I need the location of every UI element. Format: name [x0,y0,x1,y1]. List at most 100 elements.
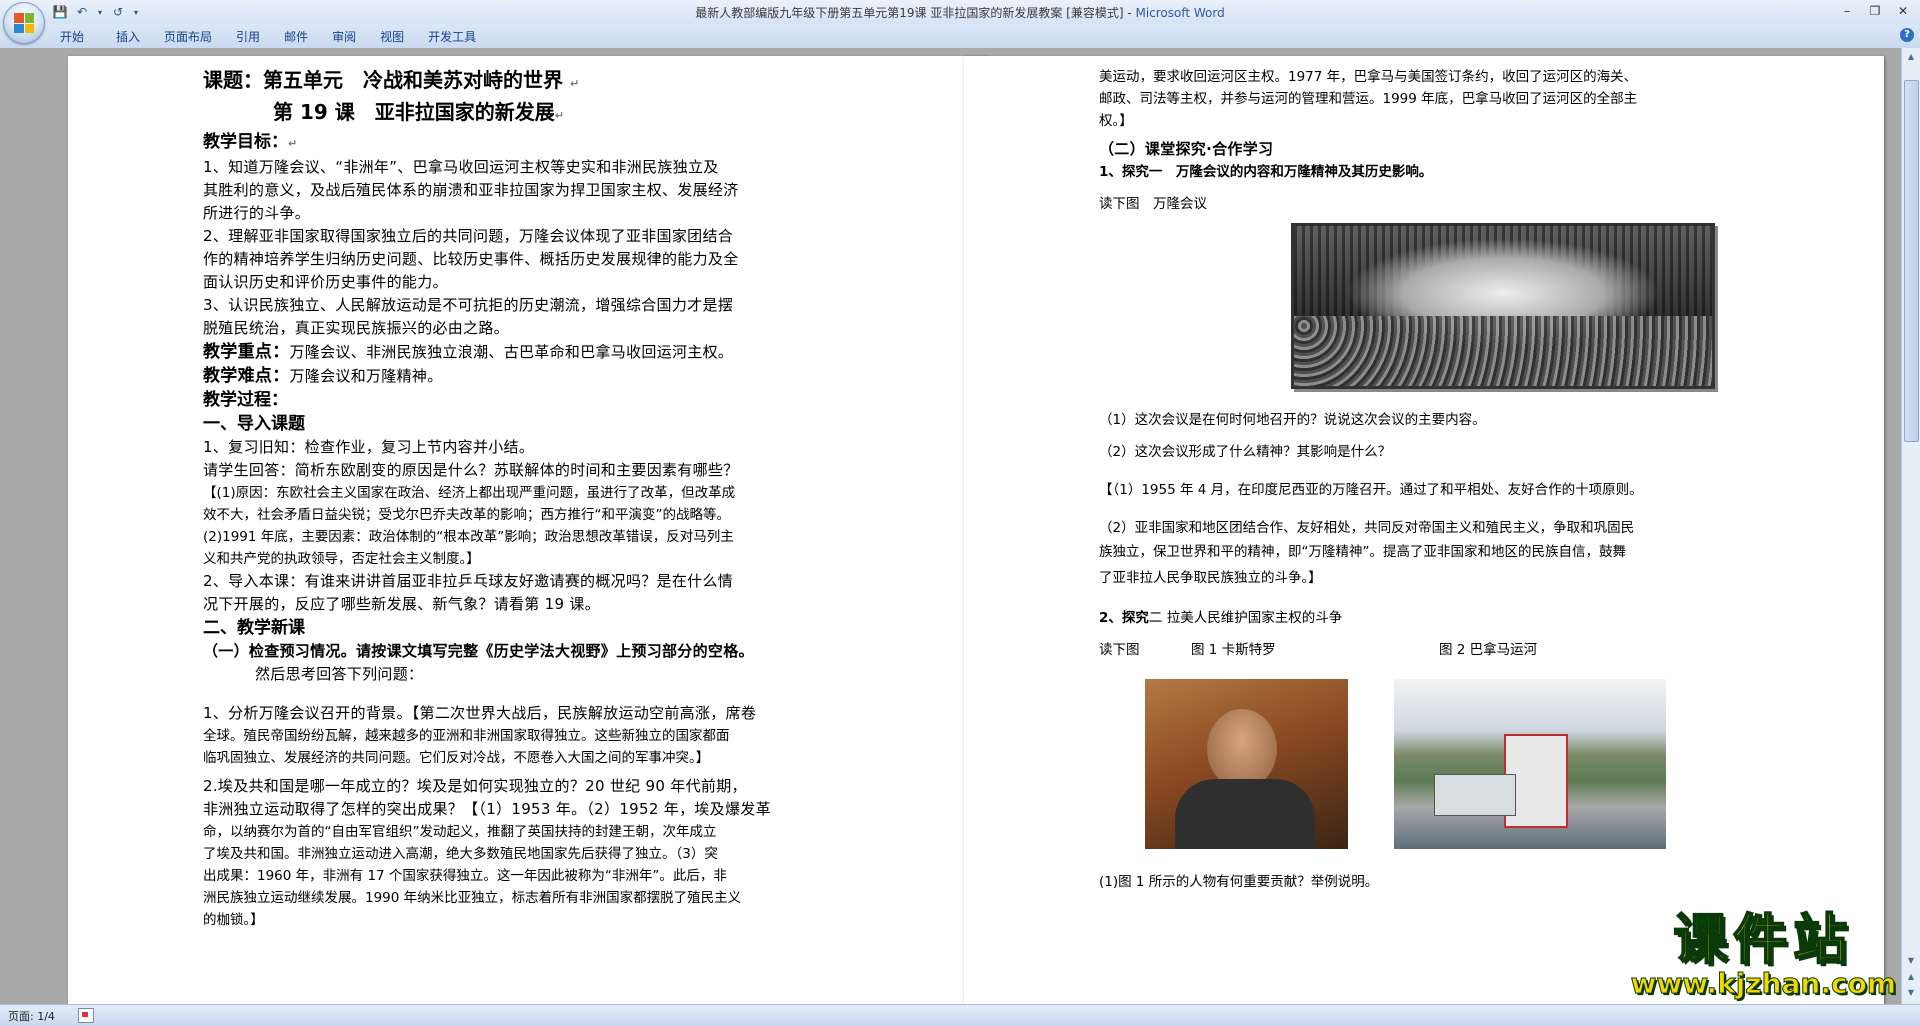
difficult-points-heading: 教学难点： [203,366,290,386]
preview-line: 然后思考回答下列问题： [255,665,424,683]
explore-heading: （二）课堂探究·合作学习 [1099,140,1274,158]
proofing-icon[interactable] [78,1008,94,1023]
review-line: 1、复习旧知：检查作业，复习上节内容并小结。 [203,438,535,456]
vertical-scrollbar[interactable]: ▲ ▼ ▲ ▼ [1901,48,1920,1004]
question-1-line: 临巩固独立、发展经济的共同问题。它们反对冷战，不愿卷入大国之间的军事冲突。】 [203,750,710,766]
castro-photo [1145,679,1348,849]
goal-1-line: 所进行的斗争。 [203,204,311,222]
explore-2-text: 二 拉美人民维护国家主权的斗争 [1148,610,1343,626]
title-bar: 💾 ↶ ▾ ↺ ▾ 最新人教部编版九年级下册第五单元第19课 亚非拉国家的新发展… [0,0,1920,44]
castro-caption: 图 1 卡斯特罗 [1191,642,1276,658]
page-1: 课题：第五单元 冷战和美苏对峙的世界 ↵ 第 19 课 亚非拉国家的新发展↵ 教… [68,56,988,1004]
goals-heading: 教学目标：↵ [203,132,298,152]
question-b: （2）这次会议形成了什么精神？其影响是什么？ [1099,444,1392,460]
tab-insert[interactable]: 插入 [104,28,152,46]
figure-prompt-bandung: 读下图 万隆会议 [1099,196,1207,212]
process-heading: 教学过程： [203,390,288,410]
ribbon-tabs: 开始 插入 页面布局 引用 邮件 审阅 视图 开发工具 [48,28,488,46]
panama-caption: 图 2 巴拿马运河 [1439,642,1538,658]
review-answer-line: (2)1991 年底，主要因素：政治体制的“根本改革”影响；政治思想改革错误，反… [203,529,734,545]
question-2-line: 洲民族独立运动继续发展。1990 年纳米比亚独立，标志着所有非洲国家都摆脱了殖民… [203,890,742,906]
section-2-heading: 二、教学新课 [203,618,305,638]
goal-2-line: 面认识历史和评价历史事件的能力。 [203,273,448,291]
answer-b-line: 族独立，保卫世界和平的精神，即“万隆精神”。提高了亚非国家和地区的民族自信，鼓舞 [1099,544,1626,560]
office-button[interactable] [3,2,45,44]
lesson-title: 课题：第五单元 冷战和美苏对峙的世界 ↵ [203,68,580,92]
difficult-points-text: 万隆会议和万隆精神。 [289,367,443,385]
tab-home[interactable]: 开始 [48,28,96,46]
review-question: 请学生回答：简析东欧剧变的原因是什么？苏联解体的时间和主要因素有哪些？ [203,461,739,479]
lesson-subtitle: 第 19 课 亚非拉国家的新发展↵ [273,100,564,124]
continued-answer-line: 邮政、司法等主权，并参与运河的管理和营运。1999 年底，巴拿马收回了运河区的全… [1099,91,1638,107]
tab-view[interactable]: 视图 [368,28,416,46]
close-icon[interactable]: ✕ [1890,2,1916,20]
goal-1-line: 1、知道万隆会议、“非洲年”、巴拿马收回运河主权等史实和非洲民族独立及 [203,158,719,176]
review-answer-line: 效不大，社会矛盾日益尖锐；受戈尔巴乔夫改革的影响；西方推行“和平演变”的战略等。 [203,507,730,523]
question-2-line: 2.埃及共和国是哪一年成立的？埃及是如何实现独立的？20 世纪 90 年代前期， [203,777,747,795]
bandung-conference-photo [1291,223,1715,389]
bandung-figure [1099,215,1715,399]
goals-heading-text: 教学目标： [203,132,288,152]
answer-a: 【（1）1955 年 4 月，在印度尼西亚的万隆召开。通过了和平相处、友好合作的… [1099,482,1643,498]
question-a: （1）这次会议是在何时何地召开的？说说这次会议的主要内容。 [1099,412,1486,428]
previous-page-icon[interactable]: ▲ [1904,970,1918,984]
question-1-line: 全球。殖民帝国纷纷瓦解，越来越多的亚洲和非洲国家取得独立。这些新独立的国家都面 [203,728,730,744]
tab-review[interactable]: 审阅 [320,28,368,46]
goal-2-line: 2、理解亚非国家取得国家独立后的共同问题，万隆会议体现了亚非国家团结合 [203,227,734,245]
document-workspace: 课题：第五单元 冷战和美苏对峙的世界 ↵ 第 19 课 亚非拉国家的新发展↵ 教… [0,48,1902,1004]
question-2-line: 命，以纳赛尔为首的“自由军官组织”发动起义，推翻了英国扶持的封建王朝，次年成立 [203,824,717,840]
question-c: (1)图 1 所示的人物有何重要贡献？举例说明。 [1099,874,1379,890]
continued-answer-line: 美运动，要求收回运河区主权。1977 年，巴拿马与美国签订条约，收回了运河区的海… [1099,69,1638,85]
tab-page-layout[interactable]: 页面布局 [152,28,224,46]
review-answer-line: 义和共产党的执政领导，否定社会主义制度。】 [203,551,480,567]
key-points-heading: 教学重点： [203,342,290,362]
minimize-icon[interactable]: – [1834,2,1860,20]
intro-line: 况下开展的，反应了哪些新发展、新气象？请看第 19 课。 [203,595,601,613]
explore-2-heading: 2、探究二 拉美人民维护国家主权的斗争 [1099,607,1709,629]
page-1-content: 课题：第五单元 冷战和美苏对峙的世界 ↵ 第 19 课 亚非拉国家的新发展↵ 教… [203,60,818,931]
restore-icon[interactable]: ❐ [1862,2,1888,20]
page-2-content: 美运动，要求收回运河区主权。1977 年，巴拿马与美国签订条约，收回了运河区的海… [1099,60,1715,893]
question-2-line: 了埃及共和国。非洲独立运动进入高潮，绝大多数殖民地国家先后获得了独立。（3）突 [203,846,718,862]
preview-line: （一）检查预习情况。请按课文填写完整《历史学法大视野》上预习部分的空格。 [203,642,754,660]
goal-3-line: 脱殖民统治，真正实现民族振兴的必由之路。 [203,319,510,337]
question-2-line: 的枷锁。】 [203,912,264,928]
goal-3-line: 3、认识民族独立、人民解放运动是不可抗拒的历史潮流，增强综合国力才是摆 [203,296,734,314]
continued-answer-line: 权。】 [1099,113,1133,129]
tab-developer[interactable]: 开发工具 [416,28,488,46]
review-answer-line: 【(1)原因：东欧社会主义国家在政治、经济上都出现严重问题，虽进行了改革，但改革… [203,485,736,501]
status-bar: 页面: 1/4 [0,1004,1920,1026]
document-title: 最新人教部编版九年级下册第五单元第19课 亚非拉国家的新发展教案 [兼容模式] … [695,6,1136,20]
answer-b-line: 了亚非拉人民争取民族独立的斗争。】 [1099,570,1322,586]
tab-mailings[interactable]: 邮件 [272,28,320,46]
goal-1-line: 其胜利的意义，及战后殖民体系的崩溃和亚非拉国家为捍卫国家主权、发展经济 [203,181,739,199]
office-logo-icon [14,13,34,33]
ribbon: 开始 插入 页面布局 引用 邮件 审阅 视图 开发工具 ? [0,24,1920,49]
scroll-thumb[interactable] [1904,80,1919,442]
watermark-url: www.kjzhan.com [1630,967,1896,1000]
question-2-line: 非洲独立运动取得了怎样的突出成果？【（1）1953 年。（2）1952 年，埃及… [203,800,771,818]
difficult-points: 教学难点：万隆会议和万隆精神。 [203,364,818,388]
lesson-title-text: 课题：第五单元 冷战和美苏对峙的世界 [203,68,563,92]
app-name: Microsoft Word [1135,6,1225,20]
panama-canal-photo [1394,679,1666,849]
figure-captions: 读下图 图 1 卡斯特罗 图 2 巴拿马运河 [1099,639,1709,661]
page-counter[interactable]: 页面: 1/4 [8,1008,55,1024]
watermark-title: 课件站 [1672,908,1854,971]
key-points-text: 万隆会议、非洲民族独立浪潮、古巴革命和巴拿马收回运河主权。 [289,343,734,361]
next-page-icon[interactable]: ▼ [1904,986,1918,1000]
answer-b-line: （2）亚非国家和地区团结合作、友好相处，共同反对帝国主义和殖民主义，争取和巩固民 [1099,520,1635,536]
question-1-line: 1、分析万隆会议召开的背景。【第二次世界大战后，民族解放运动空前高涨，席卷 [203,704,757,722]
explore-2-number: 2、探究 [1099,610,1149,626]
explore-1-heading: 1、探究一 万隆会议的内容和万隆精神及其历史影响。 [1099,164,1433,180]
tab-references[interactable]: 引用 [224,28,272,46]
question-2-line: 出成果：1960 年，非洲有 17 个国家获得独立。这一年因此被称为“非洲年”。… [203,868,727,884]
scroll-up-icon[interactable]: ▲ [1904,50,1918,64]
page-2: 美运动，要求收回运河区主权。1977 年，巴拿马与美国签订条约，收回了运河区的海… [964,56,1884,1004]
scroll-down-icon[interactable]: ▼ [1904,954,1918,968]
latin-america-figures [1099,661,1709,861]
section-1-heading: 一、导入课题 [203,414,305,434]
window-controls: – ❐ ✕ [1834,2,1916,20]
goal-2-line: 作的精神培养学生归纳历史问题、比较历史事件、概括历史发展规律的能力及全 [203,250,739,268]
help-icon[interactable]: ? [1900,28,1914,42]
